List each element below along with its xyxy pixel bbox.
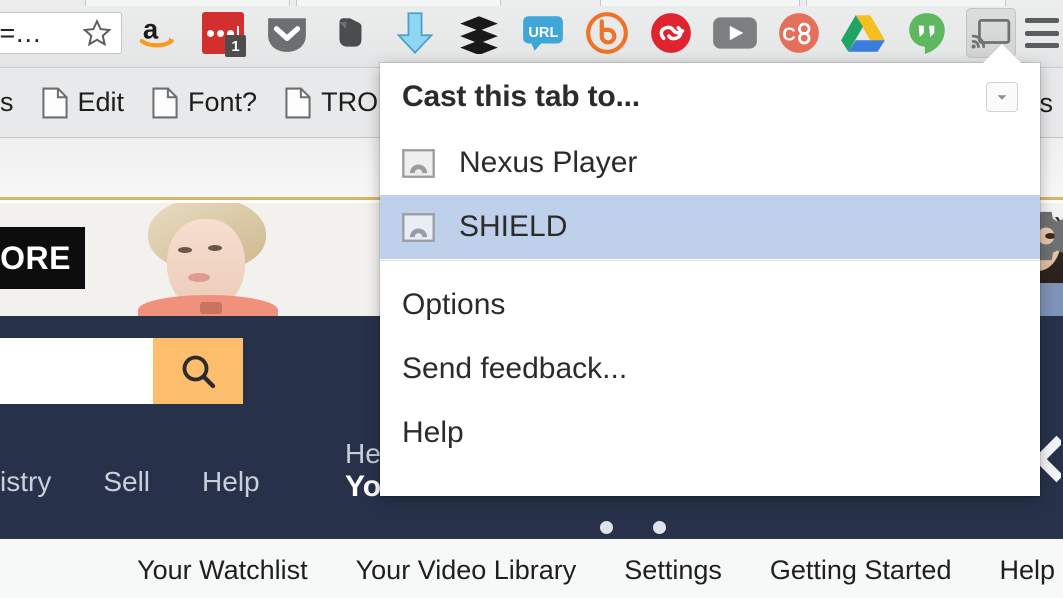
bottom-nav-item-settings[interactable]: Settings — [624, 555, 722, 586]
extension-amazon-assistant[interactable]: a — [134, 8, 184, 58]
cast-device-label: SHIELD — [459, 210, 568, 243]
tab-strip-tab[interactable] — [296, 0, 501, 6]
cast-device-label: Nexus Player — [459, 146, 638, 179]
bottom-nav-item-video-library[interactable]: Your Video Library — [356, 555, 577, 586]
site-nav-item[interactable]: Help — [202, 466, 260, 498]
cast-menu-item-feedback[interactable]: Send feedback... — [380, 337, 1040, 401]
browser-window: ORE istry Sell Help He Yo Your Watchlist… — [0, 0, 1063, 598]
popup-arrow — [980, 44, 1024, 66]
svg-text:URL: URL — [528, 25, 558, 41]
site-nav-item[interactable]: Sell — [103, 466, 150, 498]
bottom-nav-item-help[interactable]: Help — [999, 555, 1055, 586]
extension-google-drive[interactable] — [838, 8, 888, 58]
extension-download[interactable] — [390, 8, 440, 58]
extension-bitly[interactable] — [582, 8, 632, 58]
bookmark-item[interactable]: s — [0, 68, 28, 138]
tab-strip-tab[interactable] — [600, 0, 800, 6]
extension-authy[interactable] — [646, 8, 696, 58]
document-icon — [285, 87, 311, 119]
tab-strip-tab[interactable] — [806, 0, 1006, 6]
tab-strip-tab[interactable] — [85, 0, 290, 6]
hero-badge: ORE — [0, 227, 85, 289]
extension-buffer[interactable] — [454, 8, 504, 58]
bottom-nav-item-watchlist[interactable]: Your Watchlist — [137, 555, 308, 586]
address-bar-text: g=… — [0, 17, 42, 48]
extension-badge-count: 1 — [225, 35, 246, 57]
chevron-down-icon[interactable] — [986, 82, 1018, 112]
extension-pocket[interactable] — [262, 8, 312, 58]
search-bar — [0, 338, 243, 404]
svg-text:C: C — [782, 23, 796, 44]
cast-popup: Cast this tab to... Nexus Player SHIELD … — [380, 63, 1040, 496]
svg-text:a: a — [143, 14, 159, 45]
bookmark-item[interactable]: Font? — [138, 68, 271, 138]
cast-device-icon — [402, 212, 435, 242]
cast-device-shield[interactable]: SHIELD — [380, 195, 1040, 259]
bookmark-item[interactable]: Edit — [28, 68, 139, 138]
document-icon — [152, 87, 178, 119]
bookmark-item[interactable]: TRO — [271, 68, 392, 138]
document-icon — [41, 87, 68, 119]
extension-hangouts[interactable] — [902, 8, 952, 58]
search-input[interactable] — [0, 338, 153, 404]
extension-lastpass[interactable]: 1 — [198, 8, 248, 58]
cast-popup-header: Cast this tab to... — [380, 63, 1040, 131]
carousel-dots[interactable] — [600, 521, 666, 534]
bookmark-label: TRO — [321, 87, 379, 117]
bottom-nav-item-getting-started[interactable]: Getting Started — [770, 555, 952, 586]
extension-video-player[interactable] — [710, 8, 760, 58]
cast-menu-item-help[interactable]: Help — [380, 401, 1040, 465]
bottom-nav-bar: Your Watchlist Your Video Library Settin… — [0, 537, 1063, 598]
cast-device-icon — [402, 148, 435, 178]
browser-toolbar: g=… a 1 — [0, 0, 1063, 68]
cast-device-nexus-player[interactable]: Nexus Player — [380, 131, 1040, 195]
bookmark-star-icon[interactable] — [82, 18, 112, 48]
cast-menu-item-options[interactable]: Options — [380, 273, 1040, 337]
bookmark-label: Edit — [77, 87, 125, 117]
bookmark-label: Font? — [188, 87, 258, 117]
search-button[interactable] — [153, 338, 243, 404]
model-photo-blonde — [120, 203, 295, 316]
cast-popup-title: Cast this tab to... — [402, 80, 640, 113]
address-bar[interactable]: g=… — [0, 12, 122, 54]
chrome-menu-button[interactable] — [1025, 18, 1059, 48]
extension-evernote-web-clipper[interactable] — [326, 8, 376, 58]
site-nav-item[interactable]: istry — [0, 466, 51, 498]
extension-coschedule[interactable]: C — [774, 8, 824, 58]
extension-url-shortener[interactable]: URL — [518, 8, 568, 58]
bookmark-label: s — [0, 87, 14, 117]
